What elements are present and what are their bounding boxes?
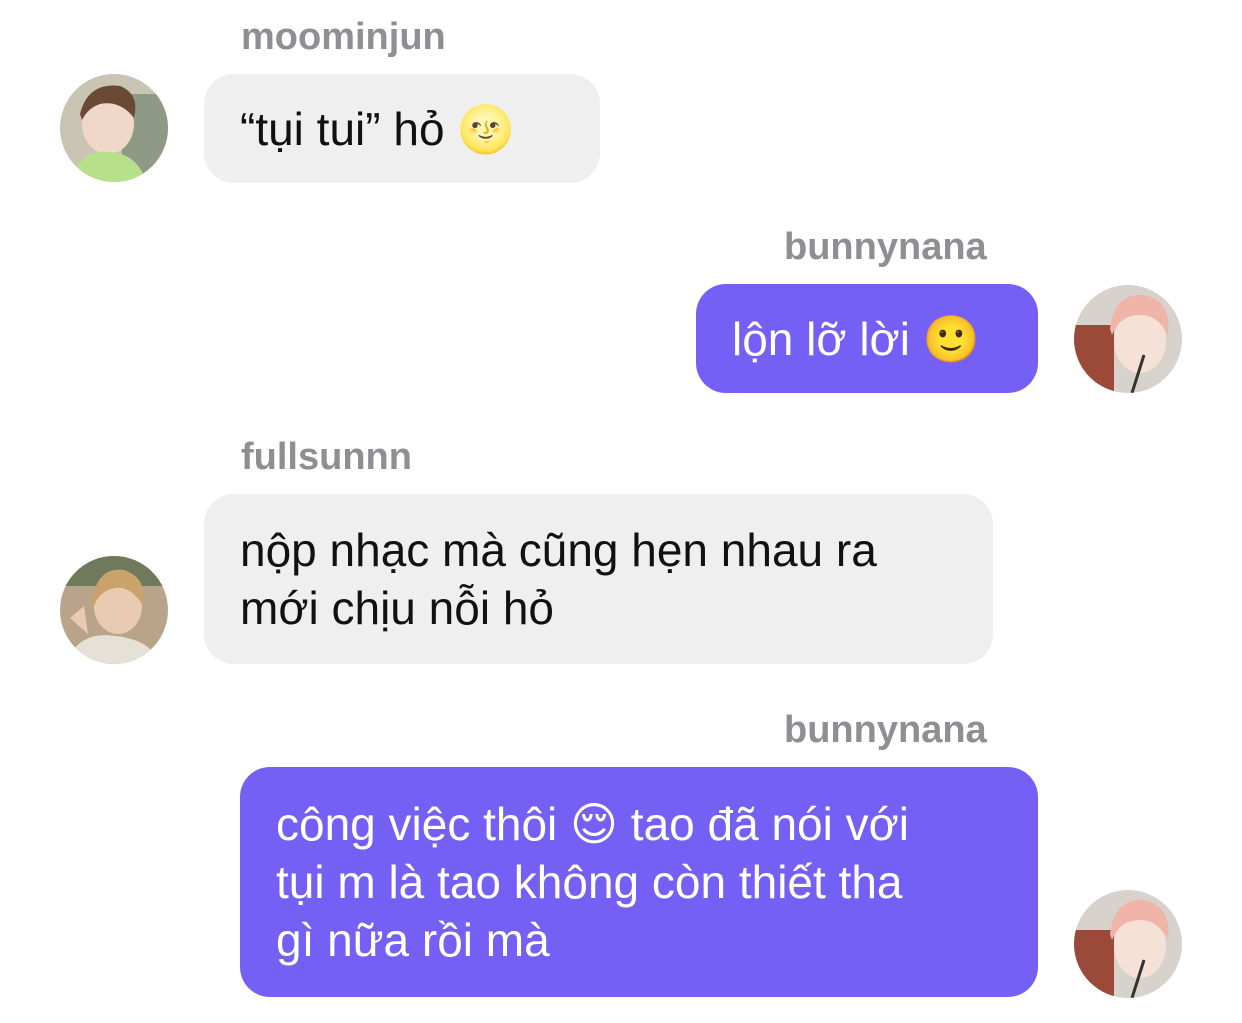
sender-name: bunnynana xyxy=(784,709,987,751)
message-bubble[interactable]: “tụi tui” hỏ 🌝 xyxy=(204,74,600,183)
avatar[interactable] xyxy=(1074,285,1182,393)
message-bubble[interactable]: lộn lỡ lời 🙂 xyxy=(696,284,1038,393)
message-text: công việc thôi 😌 tao đã nói với tụi m là… xyxy=(276,798,910,966)
sender-name: moominjun xyxy=(241,16,446,58)
message-text: nộp nhạc mà cũng hẹn nhau ra mới chịu nỗ… xyxy=(240,524,877,634)
sender-name: fullsunnn xyxy=(241,436,412,478)
profile-photo-icon xyxy=(1074,890,1182,998)
profile-photo-icon xyxy=(60,74,168,182)
message-text: “tụi tui” hỏ 🌝 xyxy=(240,102,515,155)
avatar[interactable] xyxy=(1074,890,1182,998)
message-bubble[interactable]: nộp nhạc mà cũng hẹn nhau ra mới chịu nỗ… xyxy=(204,494,993,664)
sender-name: bunnynana xyxy=(784,226,987,268)
avatar[interactable] xyxy=(60,74,168,182)
message-text: lộn lỡ lời 🙂 xyxy=(732,312,980,365)
message-bubble[interactable]: công việc thôi 😌 tao đã nói với tụi m là… xyxy=(240,767,1038,997)
avatar[interactable] xyxy=(60,556,168,664)
profile-photo-icon xyxy=(1074,285,1182,393)
profile-photo-icon xyxy=(60,556,168,664)
